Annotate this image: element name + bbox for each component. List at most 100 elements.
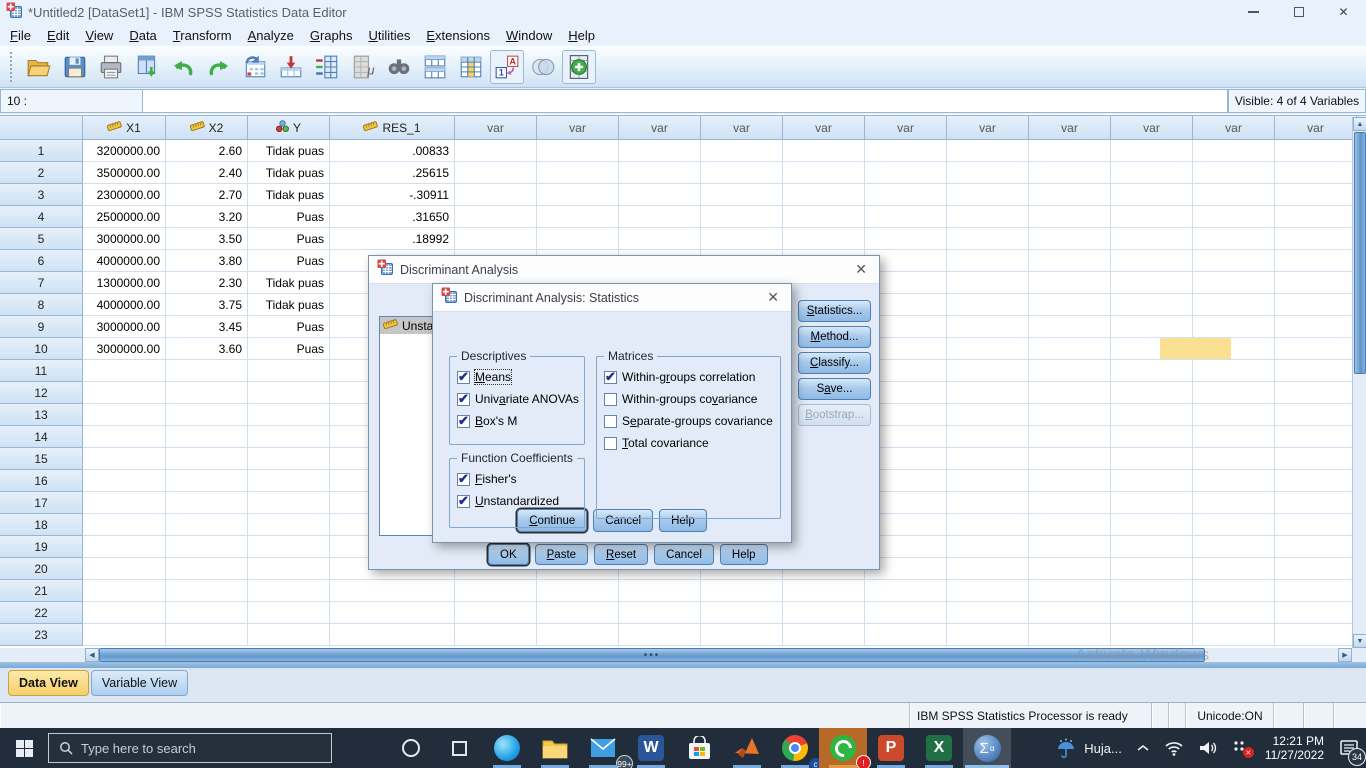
input-indicator-icon[interactable]: ✕ (1225, 728, 1257, 768)
data-cell[interactable] (166, 536, 248, 558)
empty-cell[interactable] (1275, 514, 1357, 536)
empty-cell[interactable] (701, 162, 783, 184)
empty-cell[interactable] (1275, 492, 1357, 514)
empty-cell[interactable] (783, 162, 865, 184)
empty-cell[interactable] (701, 624, 783, 646)
empty-cell[interactable] (1193, 382, 1275, 404)
scroll-down-icon[interactable]: ▼ (1353, 634, 1366, 648)
minimize-icon[interactable] (1231, 0, 1276, 24)
empty-cell[interactable] (1111, 536, 1193, 558)
empty-cell[interactable] (1029, 448, 1111, 470)
row-number[interactable]: 4 (0, 206, 83, 228)
close-icon[interactable]: ✕ (851, 261, 871, 278)
empty-cell[interactable] (947, 580, 1029, 602)
menu-item-window[interactable]: Window (504, 26, 566, 45)
checkbox-within-groups-covariance[interactable]: Within-groups covariance (604, 392, 776, 406)
empty-cell[interactable] (1193, 140, 1275, 162)
empty-cell[interactable] (1111, 426, 1193, 448)
data-cell[interactable]: Tidak puas (248, 294, 330, 316)
data-cell[interactable]: Tidak puas (248, 140, 330, 162)
column-header-var[interactable]: var (865, 115, 947, 140)
data-cell[interactable] (330, 602, 455, 624)
empty-cell[interactable] (1275, 338, 1357, 360)
data-cell[interactable] (248, 514, 330, 536)
taskbar-app-powerpoint[interactable]: P (867, 728, 915, 768)
empty-cell[interactable] (783, 140, 865, 162)
row-number[interactable]: 12 (0, 382, 83, 404)
empty-cell[interactable] (947, 514, 1029, 536)
horizontal-scroll-thumb[interactable]: ••• (99, 648, 1205, 662)
empty-cell[interactable] (1029, 272, 1111, 294)
empty-cell[interactable] (1193, 448, 1275, 470)
data-cell[interactable] (83, 580, 166, 602)
column-header-var[interactable]: var (783, 115, 865, 140)
empty-cell[interactable] (1029, 250, 1111, 272)
data-cell[interactable] (83, 404, 166, 426)
empty-cell[interactable] (947, 470, 1029, 492)
empty-cell[interactable] (619, 580, 701, 602)
empty-cell[interactable] (1029, 206, 1111, 228)
empty-cell[interactable] (1029, 140, 1111, 162)
taskbar-clock[interactable]: 12:21 PM11/27/2022 (1257, 734, 1332, 762)
empty-cell[interactable] (1193, 162, 1275, 184)
empty-cell[interactable] (1275, 206, 1357, 228)
recall-dialogs-icon[interactable] (130, 50, 164, 84)
data-cell[interactable] (330, 624, 455, 646)
data-cell[interactable] (166, 580, 248, 602)
column-header-var[interactable]: var (537, 115, 619, 140)
empty-cell[interactable] (1193, 316, 1275, 338)
empty-cell[interactable] (947, 448, 1029, 470)
empty-cell[interactable] (947, 558, 1029, 580)
row-number[interactable]: 7 (0, 272, 83, 294)
empty-cell[interactable] (1275, 470, 1357, 492)
empty-cell[interactable] (1275, 316, 1357, 338)
checkbox-within-groups-correlation[interactable]: Within-groups correlation (604, 370, 776, 384)
empty-cell[interactable] (1111, 602, 1193, 624)
empty-cell[interactable] (1193, 624, 1275, 646)
menu-item-help[interactable]: Help (566, 26, 609, 45)
empty-cell[interactable] (1111, 184, 1193, 206)
column-header-var[interactable]: var (1111, 115, 1193, 140)
empty-cell[interactable] (455, 162, 537, 184)
empty-cell[interactable] (1029, 492, 1111, 514)
empty-cell[interactable] (1193, 426, 1275, 448)
empty-cell[interactable] (1111, 294, 1193, 316)
checkbox-unstandardized[interactable]: Unstandardized (457, 494, 580, 508)
empty-cell[interactable] (1029, 184, 1111, 206)
empty-cell[interactable] (701, 206, 783, 228)
empty-cell[interactable] (865, 140, 947, 162)
empty-cell[interactable] (947, 404, 1029, 426)
highlighted-cell[interactable] (1160, 338, 1231, 359)
ok-button[interactable]: OK (488, 544, 529, 565)
menu-item-edit[interactable]: Edit (45, 26, 83, 45)
dialog-title-bar[interactable]: Discriminant Analysis: Statistics ✕ (433, 284, 791, 312)
empty-cell[interactable] (1275, 272, 1357, 294)
data-cell[interactable] (248, 426, 330, 448)
empty-cell[interactable] (947, 426, 1029, 448)
column-header-var[interactable]: var (619, 115, 701, 140)
empty-cell[interactable] (701, 184, 783, 206)
data-cell[interactable]: 2.30 (166, 272, 248, 294)
empty-cell[interactable] (1275, 426, 1357, 448)
empty-cell[interactable] (1193, 514, 1275, 536)
vertical-scrollbar[interactable]: ▲ ▼ (1352, 117, 1366, 648)
checkbox-total-covariance[interactable]: Total covariance (604, 436, 776, 450)
data-cell[interactable] (248, 558, 330, 580)
empty-cell[interactable] (1029, 382, 1111, 404)
empty-cell[interactable] (1193, 206, 1275, 228)
empty-cell[interactable] (1029, 602, 1111, 624)
empty-cell[interactable] (619, 624, 701, 646)
empty-cell[interactable] (1111, 514, 1193, 536)
data-cell[interactable]: Tidak puas (248, 272, 330, 294)
goto-case-icon[interactable] (238, 50, 272, 84)
data-cell[interactable]: 3.45 (166, 316, 248, 338)
menu-item-view[interactable]: View (83, 26, 127, 45)
empty-cell[interactable] (1275, 360, 1357, 382)
empty-cell[interactable] (537, 602, 619, 624)
empty-cell[interactable] (619, 140, 701, 162)
empty-cell[interactable] (1029, 558, 1111, 580)
empty-cell[interactable] (1275, 250, 1357, 272)
empty-cell[interactable] (947, 624, 1029, 646)
empty-cell[interactable] (947, 272, 1029, 294)
menu-item-utilities[interactable]: Utilities (366, 26, 424, 45)
